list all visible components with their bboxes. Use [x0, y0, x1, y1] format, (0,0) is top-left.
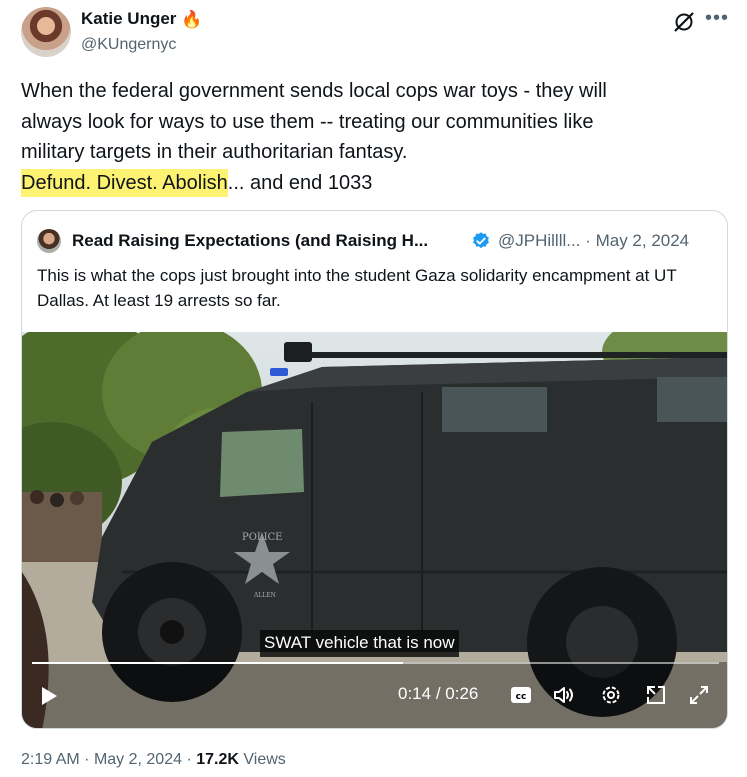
views-label: Views	[243, 751, 286, 768]
picture-in-picture-icon[interactable]	[644, 683, 668, 707]
verified-badge-icon	[473, 232, 489, 249]
grok-icon[interactable]	[672, 10, 696, 34]
video-progress-bar[interactable]	[32, 662, 719, 664]
author-name-text[interactable]: Katie Unger	[81, 9, 176, 29]
settings-gear-icon[interactable]	[599, 683, 623, 707]
quoted-date: May 2, 2024	[595, 231, 690, 250]
tweet-text: When the federal government sends local …	[21, 76, 721, 198]
quoted-meta: @JPHillll... · May 2, 2024	[498, 231, 689, 251]
quoted-tweet-card[interactable]: Read Raising Expectations (and Raising H…	[21, 210, 728, 729]
footer-dot-2: ·	[186, 751, 192, 768]
tweet-line-4: Defund. Divest. Abolish... and end 1033	[21, 168, 721, 199]
video-frame: POLICE ALLEN	[22, 332, 727, 728]
fullscreen-icon[interactable]	[687, 683, 711, 707]
volume-icon[interactable]	[552, 683, 576, 707]
video-controls: 0:14 / 0:26 cc	[22, 675, 727, 725]
play-icon[interactable]	[37, 684, 61, 708]
closed-captions-icon[interactable]: cc	[509, 683, 533, 707]
tweet-footer: 2:19 AM · May 2, 2024 · 17.2K Views	[21, 751, 286, 769]
views-count: 17.2K	[196, 751, 239, 768]
video-player[interactable]: POLICE ALLEN SWAT vehicle that is now 0:…	[22, 332, 727, 728]
video-duration: 0:26	[445, 684, 479, 703]
video-time-separator: /	[435, 684, 441, 703]
video-caption: SWAT vehicle that is now	[260, 630, 459, 657]
door-police-text: POLICE	[242, 532, 282, 543]
video-progress-fill	[32, 662, 403, 664]
author-name[interactable]: Katie Unger 🔥	[81, 9, 203, 29]
tweet-line-4-rest: ... and end 1033	[227, 171, 373, 194]
tweet-line-3: military targets in their authoritarian …	[21, 141, 408, 163]
quoted-author-avatar	[37, 229, 61, 253]
quoted-separator: ·	[585, 231, 591, 250]
quoted-handle: @JPHillll...	[498, 231, 581, 250]
closed-captions-label: cc	[516, 692, 527, 702]
quoted-author-name: Read Raising Expectations (and Raising H…	[72, 231, 429, 250]
video-time: 0:14 / 0:26	[398, 684, 478, 704]
door-city-text: ALLEN	[253, 592, 276, 599]
footer-dot-1: ·	[84, 751, 90, 768]
author-avatar[interactable]	[21, 7, 71, 57]
quoted-text: This is what the cops just brought into …	[37, 266, 677, 310]
tweet-time[interactable]: 2:19 AM	[21, 751, 80, 768]
tweet-line-2: always look for ways to use them -- trea…	[21, 110, 594, 133]
author-handle[interactable]: @KUngernyc	[81, 36, 176, 54]
fire-emoji-icon: 🔥	[181, 9, 203, 29]
video-current-time: 0:14	[398, 684, 432, 703]
tweet-line-1: When the federal government sends local …	[21, 80, 607, 102]
more-options-icon[interactable]: •••	[705, 8, 729, 28]
tweet-date[interactable]: May 2, 2024	[94, 751, 182, 768]
highlighted-text: Defund. Divest. Abolish	[21, 168, 228, 197]
